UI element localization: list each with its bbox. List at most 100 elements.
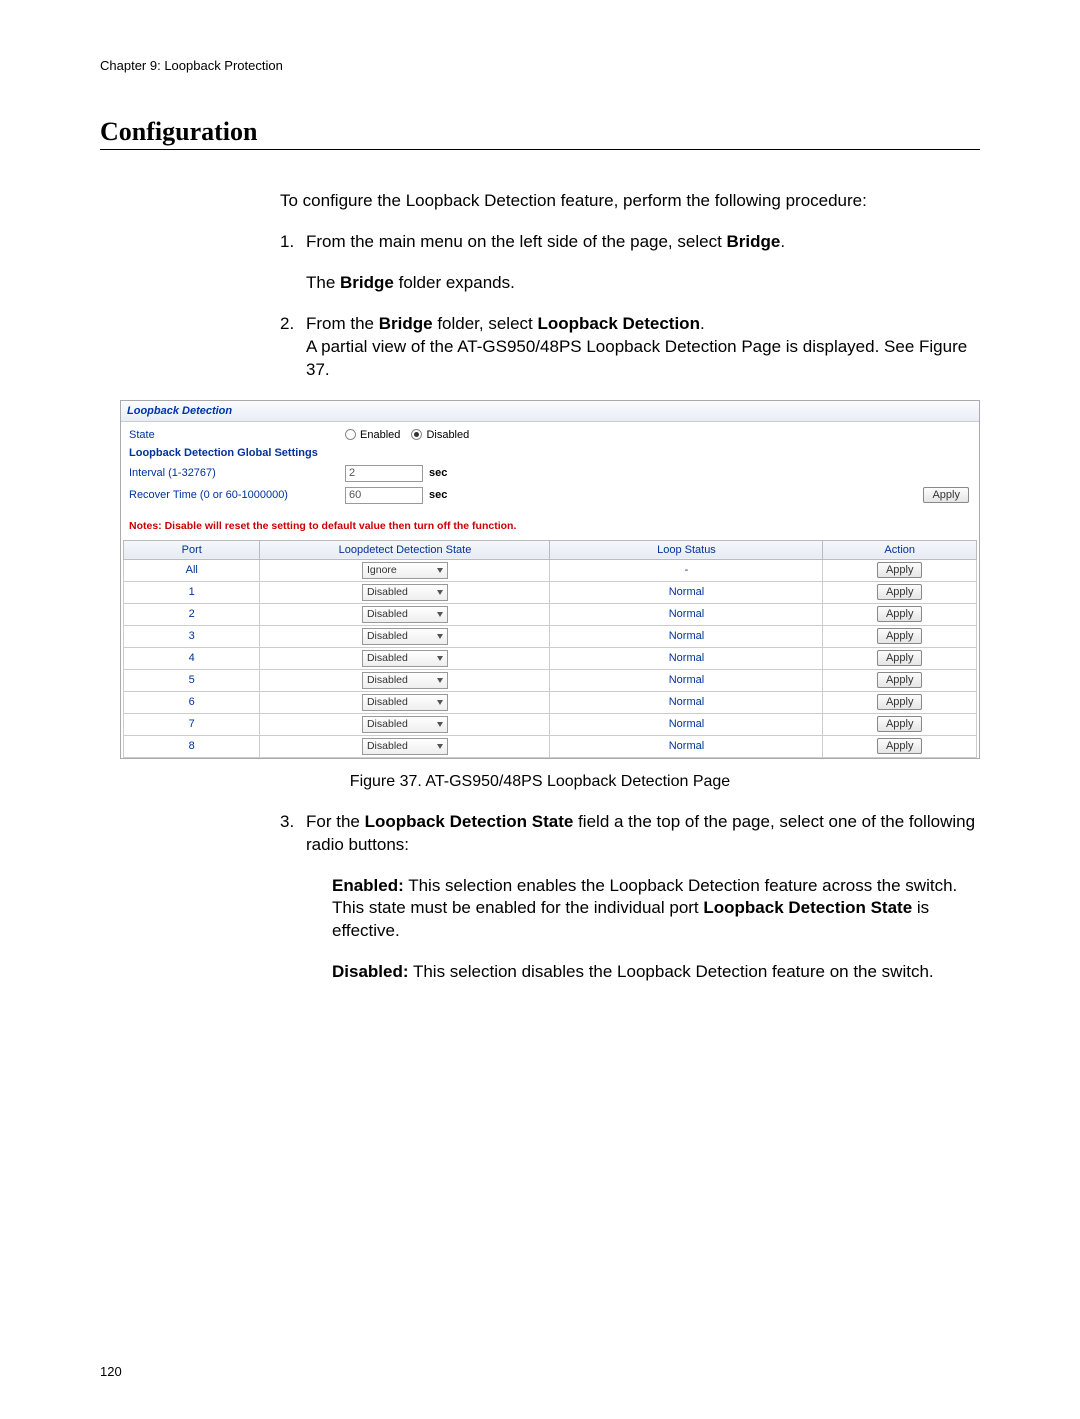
table-row: 7 Disabled Normal Apply: [124, 713, 977, 735]
step-3: 3. For the Loopback Detection State fiel…: [280, 811, 980, 857]
port-table: Port Loopdetect Detection State Loop Sta…: [123, 540, 977, 758]
chevron-down-icon: [437, 568, 443, 573]
port-cell: 4: [124, 647, 260, 669]
radio-disabled-label: Disabled: [426, 429, 469, 441]
chapter-header: Chapter 9: Loopback Protection: [100, 58, 980, 73]
col-state: Loopdetect Detection State: [260, 540, 550, 559]
col-action: Action: [823, 540, 977, 559]
text: For the: [306, 812, 365, 831]
chevron-down-icon: [437, 634, 443, 639]
apply-row-button[interactable]: Apply: [877, 584, 923, 600]
step-number: 3.: [280, 811, 306, 857]
page-number: 120: [100, 1364, 980, 1379]
status-cell: Normal: [550, 669, 823, 691]
text: A partial view of the AT-GS950/48PS Loop…: [306, 337, 967, 379]
chevron-down-icon: [437, 744, 443, 749]
text: folder, select: [433, 314, 538, 333]
bold-word: Loopback Detection State: [703, 898, 912, 917]
bold-word: Disabled:: [332, 962, 409, 981]
port-cell: 5: [124, 669, 260, 691]
step-1: 1. From the main menu on the left side o…: [280, 231, 980, 254]
interval-input[interactable]: [345, 465, 423, 482]
panel-title: Loopback Detection: [121, 401, 979, 422]
figure-caption: Figure 37. AT-GS950/48PS Loopback Detect…: [100, 773, 980, 791]
step-number: 1.: [280, 231, 306, 254]
table-row: All Ignore - Apply: [124, 559, 977, 581]
apply-row-button[interactable]: Apply: [877, 672, 923, 688]
apply-row-button[interactable]: Apply: [877, 716, 923, 732]
state-dropdown[interactable]: Disabled: [362, 606, 448, 623]
table-row: 5 Disabled Normal Apply: [124, 669, 977, 691]
step-2: 2. From the Bridge folder, select Loopba…: [280, 313, 980, 382]
status-cell: Normal: [550, 625, 823, 647]
apply-row-button[interactable]: Apply: [877, 606, 923, 622]
radio-enabled-label: Enabled: [360, 429, 400, 441]
port-cell: 1: [124, 581, 260, 603]
figure-37: Loopback Detection State Enabled Disable…: [120, 400, 980, 759]
state-dropdown[interactable]: Disabled: [362, 694, 448, 711]
disabled-description: Disabled: This selection disables the Lo…: [332, 961, 980, 984]
port-cell: 2: [124, 603, 260, 625]
global-settings-title: Loopback Detection Global Settings: [129, 447, 345, 459]
apply-global-button[interactable]: Apply: [923, 487, 969, 503]
table-row: 3DisabledNormalApply: [124, 625, 977, 647]
port-cell: 8: [124, 735, 260, 757]
intro-paragraph: To configure the Loopback Detection feat…: [280, 190, 980, 213]
table-row: 4 Disabled Normal Apply: [124, 647, 977, 669]
text: .: [700, 314, 705, 333]
section-title: Configuration: [100, 117, 980, 150]
table-row: 6 Disabled Normal Apply: [124, 691, 977, 713]
chevron-down-icon: [437, 656, 443, 661]
bold-word: Loopback Detection State: [365, 812, 574, 831]
status-cell: Normal: [550, 581, 823, 603]
step-number: 2.: [280, 313, 306, 382]
chevron-down-icon: [437, 722, 443, 727]
radio-enabled[interactable]: [345, 429, 356, 440]
apply-row-button[interactable]: Apply: [877, 628, 923, 644]
radio-disabled[interactable]: [411, 429, 422, 440]
state-dropdown[interactable]: Disabled: [362, 672, 448, 689]
notes-text: Notes: Disable will reset the setting to…: [123, 510, 977, 540]
recover-input[interactable]: [345, 487, 423, 504]
chevron-down-icon: [437, 612, 443, 617]
text: This selection disables the Loopback Det…: [409, 962, 934, 981]
col-port: Port: [124, 540, 260, 559]
recover-label: Recover Time (0 or 60-1000000): [129, 489, 345, 501]
port-cell: 7: [124, 713, 260, 735]
bold-word: Loopback Detection: [537, 314, 699, 333]
port-cell: 6: [124, 691, 260, 713]
state-dropdown[interactable]: Disabled: [362, 650, 448, 667]
apply-row-button[interactable]: Apply: [877, 738, 923, 754]
status-cell: -: [550, 559, 823, 581]
state-dropdown[interactable]: Disabled: [362, 716, 448, 733]
apply-row-button[interactable]: Apply: [877, 562, 923, 578]
apply-row-button[interactable]: Apply: [877, 650, 923, 666]
text: The: [306, 273, 340, 292]
chevron-down-icon: [437, 590, 443, 595]
step-1-sub: The Bridge folder expands.: [306, 272, 980, 295]
bold-word: Bridge: [727, 232, 781, 251]
state-dropdown[interactable]: Disabled: [362, 738, 448, 755]
status-cell: Normal: [550, 647, 823, 669]
text: From the: [306, 314, 379, 333]
status-cell: Normal: [550, 713, 823, 735]
state-dropdown[interactable]: Ignore: [362, 562, 448, 579]
table-row: 1 Disabled Normal Apply: [124, 581, 977, 603]
status-cell: Normal: [550, 735, 823, 757]
state-dropdown[interactable]: Disabled: [362, 584, 448, 601]
apply-row-button[interactable]: Apply: [877, 694, 923, 710]
interval-label: Interval (1-32767): [129, 467, 345, 479]
bold-word: Enabled:: [332, 876, 404, 895]
text: folder expands.: [394, 273, 515, 292]
table-row: 8 Disabled Normal Apply: [124, 735, 977, 757]
port-cell: All: [124, 559, 260, 581]
chevron-down-icon: [437, 678, 443, 683]
bold-word: Bridge: [340, 273, 394, 292]
text: From the main menu on the left side of t…: [306, 232, 727, 251]
recover-unit: sec: [429, 489, 447, 501]
state-dropdown[interactable]: Disabled: [362, 628, 448, 645]
interval-unit: sec: [429, 467, 447, 479]
status-cell: Normal: [550, 691, 823, 713]
table-row: 2 Disabled Normal Apply: [124, 603, 977, 625]
status-cell: Normal: [550, 603, 823, 625]
